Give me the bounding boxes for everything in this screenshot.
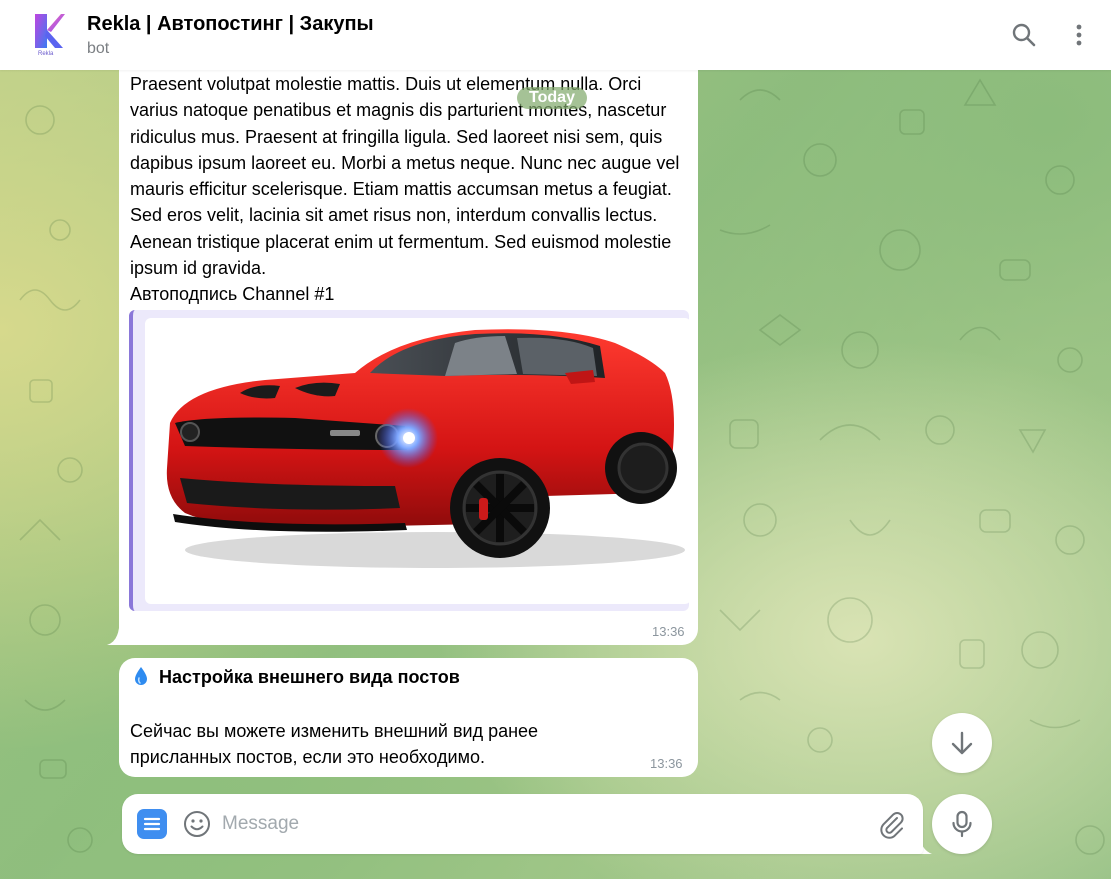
scroll-down-button[interactable] (932, 713, 992, 773)
search-icon (1012, 23, 1036, 47)
preview-image[interactable] (145, 318, 689, 604)
more-vertical-icon (1076, 24, 1082, 46)
chat-subtitle: bot (87, 40, 110, 57)
message-input[interactable] (222, 808, 862, 840)
bot-menu-button[interactable] (137, 809, 167, 839)
smile-icon[interactable] (182, 809, 212, 839)
message-time: 13:36 (652, 624, 685, 639)
link-preview[interactable] (129, 310, 689, 611)
arrow-down-icon (951, 731, 973, 755)
post-message-text: Praesent volutpat molestie mattis. Duis … (130, 71, 692, 308)
more-options-button[interactable] (1064, 20, 1094, 50)
search-button[interactable] (1009, 20, 1039, 50)
date-badge: Today (517, 87, 587, 109)
menu-icon (143, 817, 161, 831)
post-signature: Автоподпись Channel #1 (130, 284, 335, 305)
paperclip-icon[interactable] (876, 809, 908, 841)
red-car-image (166, 329, 685, 568)
microphone-icon (952, 810, 972, 838)
voice-message-button[interactable] (932, 794, 992, 854)
droplet-icon (135, 667, 147, 685)
post-body: Praesent volutpat molestie mattis. Duis … (130, 74, 680, 279)
settings-message-body: Сейчас вы можете изменить внешний вид ра… (130, 721, 539, 767)
message-time: 13:36 (650, 756, 683, 771)
settings-message-title: Настройка внешнего вида постов (159, 667, 460, 687)
chat-title[interactable]: Rekla | Автопостинг | Закупы (87, 13, 374, 36)
avatar-caption: Rekla (38, 51, 54, 57)
chat-header: Rekla Rekla | Автопостинг | Закупы bot (0, 0, 1111, 70)
